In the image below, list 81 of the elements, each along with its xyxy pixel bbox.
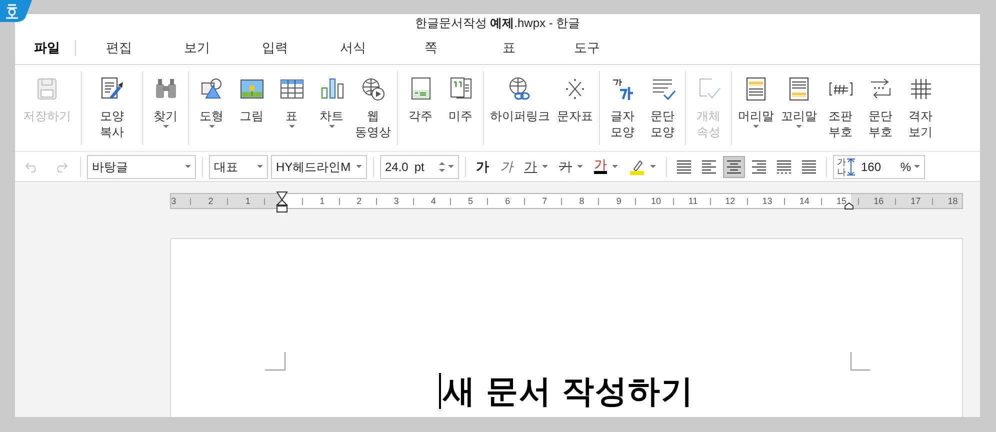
ruler-number: 18 <box>948 195 958 207</box>
align-icon <box>702 160 716 174</box>
ruler-number: 10 <box>651 195 661 207</box>
menu-tab[interactable]: 쪽 <box>392 31 470 64</box>
ruler-number: 7 <box>542 195 548 207</box>
caret-icon <box>257 165 263 168</box>
char-format-button[interactable]: 가 <box>496 156 517 178</box>
ruler-number: 11 <box>688 195 698 207</box>
format-painter-icon <box>99 76 125 102</box>
align-icon <box>677 160 691 174</box>
ruler-number: 17 <box>910 195 921 207</box>
ruler-number: 8 <box>579 195 584 207</box>
globe-play-icon <box>360 76 386 102</box>
ruler-number: 16 <box>874 195 884 207</box>
align-icon <box>727 160 741 174</box>
ribbon-button[interactable]: 문단 부호 <box>862 71 899 145</box>
ruler-number: 6 <box>505 195 510 207</box>
menu-tab[interactable]: 편집 <box>80 31 158 64</box>
ruler-number: 1 <box>320 195 325 207</box>
menu-tab[interactable]: 표 <box>470 31 548 64</box>
spinner-icon[interactable] <box>439 160 445 172</box>
ribbon-button[interactable]: 글자 모양 <box>604 71 641 145</box>
document-heading: 새 문서 작성하기 <box>443 372 694 411</box>
align-icon <box>752 160 766 174</box>
font-dropdown[interactable]: HY헤드라인M <box>271 154 367 178</box>
line-spacing-arrow-icon <box>847 158 855 176</box>
ruler-number: 2 <box>208 195 214 207</box>
ruler-number: 3 <box>394 195 399 207</box>
align-icon <box>777 160 791 174</box>
ribbon-button[interactable]: 조판 부호 <box>822 71 859 145</box>
ribbon-button[interactable]: 그림 <box>233 71 270 145</box>
ribbon-button[interactable]: 격자 보기 <box>902 71 939 145</box>
ruler-number: 2 <box>356 195 362 207</box>
ruler-number: 9 <box>616 195 622 207</box>
ruler-number: 12 <box>725 195 736 207</box>
ruler-number: 1 <box>245 195 250 207</box>
ribbon-button[interactable]: 각주 <box>402 71 439 145</box>
char-format-button[interactable]: 가 <box>472 156 493 178</box>
menu-tab[interactable]: 파일 <box>19 31 75 64</box>
ribbon-button[interactable]: 머리말 <box>736 71 776 145</box>
ruler-number: 15 <box>836 195 846 207</box>
ruler-number: 4 <box>430 195 436 207</box>
ribbon-button[interactable]: 하이퍼링크 <box>488 71 552 145</box>
caret-icon <box>448 165 454 168</box>
menu-tab[interactable]: 도구 <box>548 31 626 64</box>
ribbon-button[interactable]: 문자표 <box>555 71 595 145</box>
highlighter-icon <box>629 158 645 174</box>
align-button[interactable] <box>723 156 745 178</box>
caret-icon <box>914 165 920 168</box>
menu-tab[interactable]: 보기 <box>158 31 236 64</box>
ribbon-button[interactable]: 문단 모양 <box>644 71 681 145</box>
ribbon-button[interactable]: 차트 <box>313 71 350 145</box>
text-cursor <box>439 373 441 409</box>
style-dropdown[interactable]: 바탕글 <box>87 154 196 178</box>
char-format-button[interactable]: 가 <box>590 156 622 178</box>
ribbon-button[interactable]: 미주 <box>442 71 479 145</box>
ruler-number: 5 <box>468 195 473 207</box>
caret-icon <box>185 165 191 168</box>
ribbon-button[interactable]: 모양 복사 <box>86 71 138 145</box>
ribbon-button[interactable]: 꼬리말 <box>779 71 819 145</box>
window-title: 한글문서작성 예제.hwpx - 한글 <box>414 14 580 32</box>
char-format-button[interactable]: 가 <box>555 156 587 178</box>
ribbon-button[interactable]: 표 <box>273 71 310 145</box>
line-spacing-field[interactable]: 가 나 160 % <box>833 154 925 178</box>
language-dropdown[interactable]: 대표 <box>209 154 268 178</box>
ruler-number: 13 <box>762 195 772 207</box>
undo-icon <box>25 160 39 172</box>
ruler-number: 14 <box>799 195 810 207</box>
caret-icon <box>356 165 362 168</box>
ribbon-button[interactable]: 찾기 <box>147 71 184 145</box>
ribbon-button[interactable]: 웹 동영상 <box>353 71 393 145</box>
ribbon-button[interactable]: 도형 <box>193 71 230 145</box>
menu-tab[interactable]: 서식 <box>314 31 392 64</box>
font-size-field[interactable]: 24.0 pt <box>380 154 459 178</box>
margin-corner-icon <box>850 352 871 371</box>
redo-icon <box>54 160 68 172</box>
char-format-button[interactable]: 가 <box>520 156 552 178</box>
align-icon <box>802 160 816 174</box>
margin-corner-icon <box>265 352 286 371</box>
ruler-number: 3 <box>171 195 176 207</box>
menu-tab[interactable]: 입력 <box>236 31 314 64</box>
